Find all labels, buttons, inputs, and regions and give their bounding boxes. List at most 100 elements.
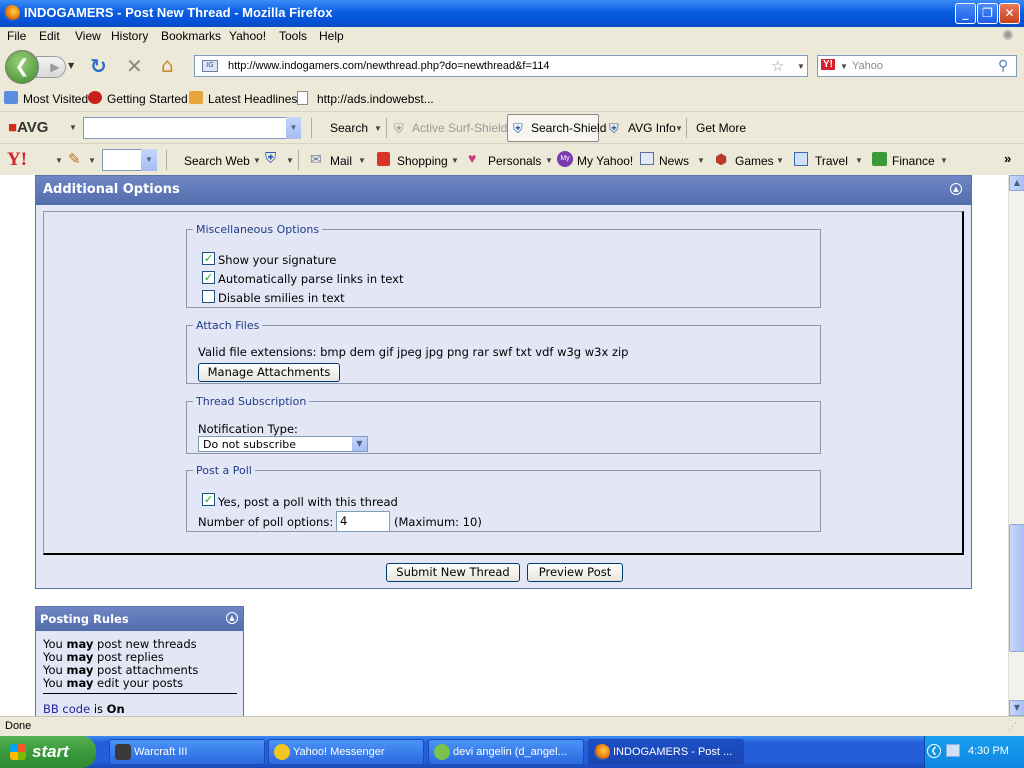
bookmark-latest-headlines[interactable]: Latest Headlines	[208, 92, 297, 106]
menu-file[interactable]: File	[7, 29, 26, 43]
tray-expand-icon[interactable]: ❮	[927, 744, 941, 758]
scroll-thumb[interactable]	[1009, 524, 1024, 652]
mail-button[interactable]: Mail	[330, 154, 352, 168]
menu-history[interactable]: History	[111, 29, 148, 43]
poll-options-label: Number of poll options:	[198, 515, 334, 529]
shopping-button[interactable]: Shopping	[397, 154, 448, 168]
task-yahoo-messenger[interactable]: Yahoo! Messenger	[268, 739, 424, 765]
maximize-button[interactable]: ❐	[977, 3, 998, 24]
stop-icon[interactable]: ✕	[126, 54, 143, 78]
notification-type-select[interactable]: Do not subscribe ▼	[198, 436, 368, 452]
yahoo-menu-dropdown-icon[interactable]: ▼	[55, 156, 63, 165]
url-dropdown-icon[interactable]: ▼	[797, 62, 805, 71]
mail-dropdown-icon[interactable]: ▼	[358, 156, 366, 165]
manage-attachments-button[interactable]: Manage Attachments	[198, 363, 340, 382]
resize-grip-icon[interactable]: ⋰	[1008, 721, 1017, 732]
news-button[interactable]: News	[659, 154, 689, 168]
bbcode-link[interactable]: BB code	[43, 702, 90, 716]
yahoo-search-engine-icon[interactable]: Y!	[821, 59, 835, 70]
finance-dropdown-icon[interactable]: ▼	[940, 156, 948, 165]
finance-icon	[872, 152, 887, 166]
task-chat[interactable]: devi angelin (d_angel...	[428, 739, 584, 765]
chevron-down-icon[interactable]: ▼	[352, 437, 367, 451]
yahoo-search-dropdown-icon[interactable]: ▼	[141, 149, 157, 171]
bookmark-star-icon[interactable]: ☆	[771, 57, 784, 75]
preview-post-button[interactable]: Preview Post	[527, 563, 623, 582]
scroll-down-icon[interactable]: ▼	[1009, 700, 1024, 716]
menu-help[interactable]: Help	[319, 29, 344, 43]
pencil-icon[interactable]: ✎	[68, 150, 81, 168]
close-button[interactable]: ✕	[999, 3, 1020, 24]
posting-rules-header: Posting Rules ▲	[36, 607, 243, 631]
travel-button[interactable]: Travel	[815, 154, 848, 168]
thread-subscription-fieldset: Thread Subscription Notification Type: D…	[186, 395, 821, 454]
yahoo-logo[interactable]: Y!	[7, 149, 27, 171]
avg-menu-dropdown-icon[interactable]: ▼	[69, 123, 77, 132]
windows-logo-icon	[10, 744, 26, 760]
search-shield-button[interactable]: Search-Shield	[531, 121, 606, 135]
games-button[interactable]: Games	[735, 154, 774, 168]
shield-dropdown-icon[interactable]: ▼	[286, 156, 294, 165]
bookmark-most-visited[interactable]: Most Visited	[23, 92, 88, 106]
finance-button[interactable]: Finance	[892, 154, 935, 168]
menu-yahoo[interactable]: Yahoo!	[229, 29, 266, 43]
personals-button[interactable]: Personals	[488, 154, 541, 168]
url-bar[interactable]: IG http://www.indogamers.com/newthread.p…	[194, 55, 808, 77]
task-warcraft[interactable]: Warcraft III	[109, 739, 265, 765]
active-surf-shield-button[interactable]: Active Surf-Shield	[412, 121, 507, 135]
reload-icon[interactable]: ↻	[90, 54, 107, 78]
avg-search-dropdown2-icon[interactable]: ▼	[374, 124, 382, 133]
avg-logo[interactable]: ■AVG	[8, 119, 48, 136]
collapse-icon[interactable]: ▲	[950, 183, 962, 195]
back-button[interactable]: ❮	[5, 50, 39, 84]
menu-tools[interactable]: Tools	[279, 29, 307, 43]
menu-edit[interactable]: Edit	[39, 29, 60, 43]
avg-info-dropdown-icon[interactable]: ▼	[675, 124, 683, 133]
news-dropdown-icon[interactable]: ▼	[697, 156, 705, 165]
search-web-button[interactable]: Search Web	[184, 154, 250, 168]
history-dropdown-icon[interactable]: ▼	[68, 61, 74, 70]
additional-options-title: Additional Options	[43, 182, 180, 197]
avg-search-button[interactable]: Search	[330, 121, 368, 135]
games-dropdown-icon[interactable]: ▼	[776, 156, 784, 165]
avg-search-dropdown-icon[interactable]: ▼	[286, 117, 301, 139]
pencil-dropdown-icon[interactable]: ▼	[88, 156, 96, 165]
bookmark-getting-started[interactable]: Getting Started	[107, 92, 188, 106]
parse-links-checkbox[interactable]: ✓	[202, 271, 215, 284]
poll-options-input[interactable]: 4	[336, 511, 390, 532]
scroll-up-icon[interactable]: ▲	[1009, 175, 1024, 191]
avg-info-button[interactable]: AVG Info	[628, 121, 676, 135]
my-yahoo-button[interactable]: My Yahoo!	[577, 154, 633, 168]
start-button[interactable]: start	[0, 736, 96, 768]
network-icon[interactable]	[946, 744, 960, 757]
forward-button[interactable]: ▶	[36, 56, 66, 78]
task-firefox[interactable]: INDOGAMERS - Post ...	[588, 739, 744, 765]
collapse-rules-icon[interactable]: ▲	[226, 612, 238, 624]
notification-type-label: Notification Type:	[198, 422, 298, 436]
vertical-scrollbar[interactable]: ▲ ▼	[1008, 175, 1024, 716]
post-poll-checkbox[interactable]: ✓	[202, 493, 215, 506]
avg-search-input[interactable]	[83, 117, 301, 139]
show-signature-checkbox[interactable]: ✓	[202, 252, 215, 265]
search-shield-icon: ⛨	[513, 121, 523, 136]
home-icon[interactable]: ⌂	[161, 53, 174, 77]
menu-bookmarks[interactable]: Bookmarks	[161, 29, 221, 43]
shopping-dropdown-icon[interactable]: ▼	[451, 156, 459, 165]
search-input[interactable]: Yahoo	[852, 60, 883, 72]
personals-dropdown-icon[interactable]: ▼	[545, 156, 553, 165]
toolbar-overflow-icon[interactable]: »	[1004, 151, 1011, 166]
engine-dropdown-icon[interactable]: ▼	[840, 62, 848, 71]
page-icon	[297, 91, 308, 105]
shield-icon[interactable]: ⛨	[265, 150, 276, 167]
menu-view[interactable]: View	[75, 29, 101, 43]
travel-dropdown-icon[interactable]: ▼	[855, 156, 863, 165]
get-more-button[interactable]: Get More	[696, 121, 746, 135]
title-bar: INDOGAMERS - Post New Thread - Mozilla F…	[0, 0, 1024, 27]
bookmark-ads[interactable]: http://ads.indowebst...	[317, 92, 434, 106]
submit-new-thread-button[interactable]: Submit New Thread	[386, 563, 520, 582]
disable-smilies-checkbox[interactable]	[202, 290, 215, 303]
search-icon[interactable]: ⚲	[998, 57, 1008, 74]
minimize-button[interactable]: _	[955, 3, 976, 24]
search-web-dropdown-icon[interactable]: ▼	[253, 156, 261, 165]
search-box[interactable]: Y! ▼ Yahoo ⚲	[817, 55, 1017, 77]
